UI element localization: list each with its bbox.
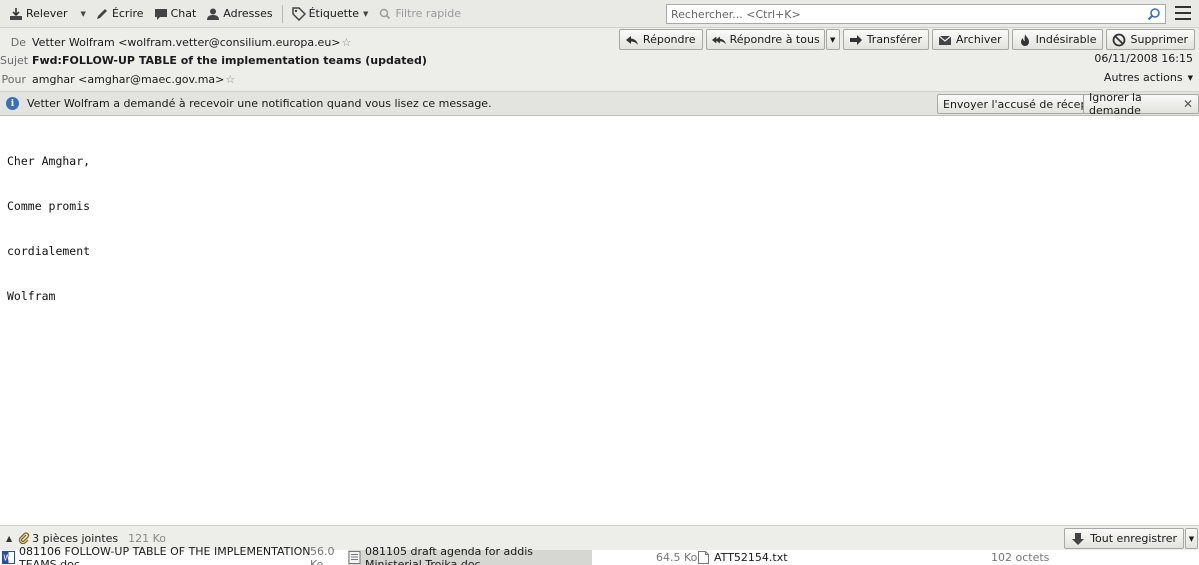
subject-row: Sujet Fwd:FOLLOW-UP TABLE of the impleme…: [0, 51, 427, 69]
quick-filter-label: Filtre rapide: [395, 7, 461, 20]
to-row: Pour amghar <amghar@maec.gov.ma> ☆: [0, 70, 236, 88]
attachment-name: ATT52154.txt: [714, 551, 788, 564]
attachment-list: W 081106 FOLLOW-UP TABLE OF THE IMPLEMEN…: [0, 545, 1199, 565]
reply-label: Répondre: [642, 33, 696, 46]
to-label: Pour: [1, 72, 26, 86]
message-line: Wolfram: [7, 289, 56, 303]
attachment-size: 102 octets: [991, 551, 1050, 564]
chevron-down-icon: ▼: [1188, 534, 1195, 543]
app-menu-icon[interactable]: [1175, 6, 1191, 20]
save-all-button[interactable]: Tout enregistrer: [1064, 528, 1184, 549]
download-icon: [1071, 532, 1085, 546]
forward-icon: [849, 33, 863, 47]
delete-button[interactable]: Supprimer: [1106, 29, 1195, 50]
chat-bubble-icon: [154, 7, 168, 21]
reply-icon: [625, 33, 639, 47]
message-date: 06/11/2008 16:15: [1094, 52, 1193, 65]
get-mail-button[interactable]: Relever: [4, 3, 73, 25]
write-label: Écrire: [111, 7, 144, 20]
delete-icon: [1112, 33, 1126, 47]
archive-label: Archiver: [955, 33, 1002, 46]
archive-icon: [938, 33, 952, 47]
star-icon[interactable]: ☆: [342, 36, 352, 49]
forward-label: Transférer: [866, 33, 922, 46]
attachment-item[interactable]: ATT52154.txt 102 octets: [697, 550, 1057, 565]
message-body: Cher Amghar, Comme promis cordialement W…: [7, 124, 90, 319]
receipt-notification-bar: i Vetter Wolfram a demandé à recevoir un…: [0, 91, 1199, 117]
from-label: De: [10, 35, 26, 49]
attachment-size: 64.5 Ko: [656, 551, 698, 564]
pencil-icon: [95, 7, 109, 21]
message-line: Comme promis: [7, 199, 91, 213]
to-value[interactable]: amghar <amghar@maec.gov.ma>: [32, 73, 224, 86]
paperclip-icon: [18, 532, 30, 544]
get-mail-dropdown[interactable]: ▼: [73, 3, 90, 25]
ignore-request-label: Ignorer la demande: [1089, 91, 1142, 117]
chat-button[interactable]: Chat: [149, 3, 202, 25]
chevron-down-icon: ▼: [80, 9, 86, 18]
collapse-triangle-icon[interactable]: ▲: [6, 534, 12, 543]
delete-label: Supprimer: [1130, 33, 1188, 46]
attachment-name: 081105 draft agenda for addis Ministeria…: [365, 544, 534, 565]
chevron-down-icon: ▼: [1187, 73, 1193, 82]
from-value[interactable]: Vetter Wolfram <wolfram.vetter@consilium…: [32, 36, 341, 49]
address-book-button[interactable]: Adresses: [201, 3, 277, 25]
text-file-icon: [697, 551, 710, 564]
address-book-label: Adresses: [223, 7, 273, 20]
chevron-down-icon: ▼: [363, 9, 369, 18]
tag-icon: [291, 6, 306, 21]
chevron-down-icon: ▼: [829, 35, 836, 44]
save-all-dropdown[interactable]: ▼: [1185, 528, 1198, 549]
star-icon[interactable]: ☆: [225, 73, 235, 86]
download-icon: [9, 7, 23, 21]
filter-icon: [378, 7, 392, 21]
toolbar-separator: [281, 4, 283, 23]
quick-filter-button[interactable]: Filtre rapide: [373, 3, 466, 25]
message-line: cordialement: [7, 244, 91, 258]
search-input[interactable]: Rechercher... <Ctrl+K>: [666, 4, 1166, 24]
contacts-icon: [206, 7, 220, 21]
attachment-count[interactable]: 3 pièces jointes: [32, 532, 118, 545]
flame-icon: [1018, 33, 1032, 47]
subject-value: Fwd:FOLLOW-UP TABLE of the implementatio…: [32, 53, 427, 67]
reply-all-label: Répondre à tous: [729, 33, 820, 46]
svg-text:W: W: [3, 554, 11, 563]
reply-all-icon: [711, 33, 726, 47]
other-actions-label: Autres actions: [1103, 71, 1183, 84]
reply-all-dropdown[interactable]: ▼: [825, 29, 840, 50]
close-icon[interactable]: ✕: [1183, 97, 1193, 111]
reply-button[interactable]: Répondre: [618, 29, 703, 50]
save-all-label: Tout enregistrer: [1090, 532, 1177, 545]
reply-all-button[interactable]: Répondre à tous: [705, 29, 825, 50]
ignore-request-button[interactable]: Ignorer la demande: [1083, 91, 1199, 117]
get-mail-label: Relever: [26, 7, 68, 20]
notification-text: Vetter Wolfram a demandé à recevoir une …: [27, 97, 492, 110]
attachment-name: 081106 FOLLOW-UP TABLE OF THE IMPLEMENTA…: [19, 544, 311, 565]
search-placeholder: Rechercher... <Ctrl+K>: [671, 7, 801, 21]
junk-button[interactable]: Indésirable: [1011, 29, 1104, 50]
from-row: De Vetter Wolfram <wolfram.vetter@consil…: [0, 33, 352, 51]
chat-label: Chat: [170, 7, 197, 20]
attachment-item[interactable]: 081105 draft agenda for addis Ministeria…: [348, 545, 592, 565]
subject-label: Sujet: [0, 53, 29, 67]
attachment-size: 56.0 Ko: [310, 544, 335, 565]
main-toolbar: Relever ▼ Écrire Chat Adresses Étiquette…: [0, 0, 1199, 28]
tag-label: Étiquette: [308, 7, 360, 20]
junk-label: Indésirable: [1035, 33, 1097, 46]
info-icon: i: [6, 97, 19, 110]
attachment-item[interactable]: W 081106 FOLLOW-UP TABLE OF THE IMPLEMEN…: [2, 545, 346, 565]
message-header: De Vetter Wolfram <wolfram.vetter@consil…: [0, 28, 1199, 91]
forward-button[interactable]: Transférer: [842, 29, 929, 50]
word-document-icon: W: [2, 551, 15, 564]
search-icon[interactable]: [1147, 7, 1161, 21]
message-line: Cher Amghar,: [7, 154, 91, 168]
other-actions-button[interactable]: Autres actions ▼: [1104, 71, 1193, 84]
archive-button[interactable]: Archiver: [931, 29, 1009, 50]
write-button[interactable]: Écrire: [90, 3, 149, 25]
attachment-total-size: 121 Ko: [128, 531, 167, 545]
header-actions: Répondre Répondre à tous ▼ Transférer Ar…: [616, 29, 1195, 50]
document-icon: [348, 551, 361, 564]
tag-button[interactable]: Étiquette ▼: [287, 3, 374, 25]
